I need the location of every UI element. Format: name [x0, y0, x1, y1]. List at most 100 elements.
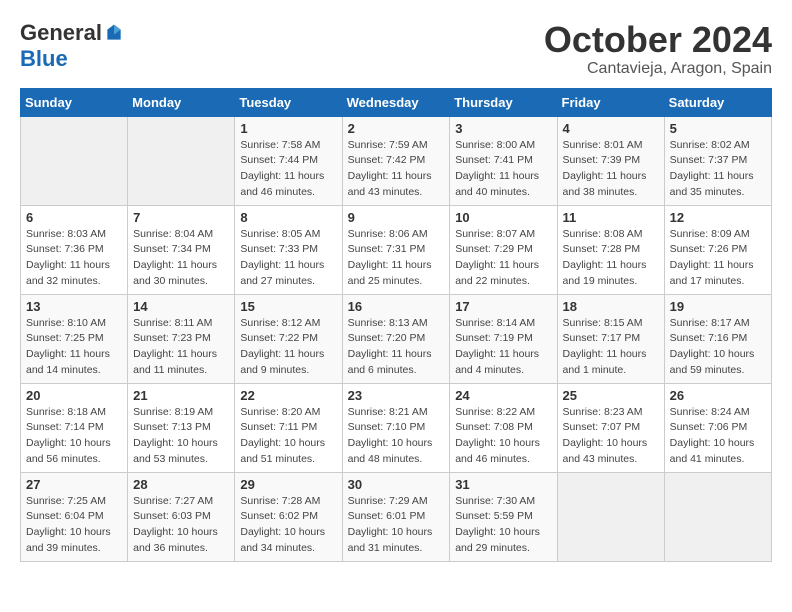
- day-detail: Sunrise: 8:10 AM Sunset: 7:25 PM Dayligh…: [26, 316, 122, 379]
- day-detail: Sunrise: 8:03 AM Sunset: 7:36 PM Dayligh…: [26, 227, 122, 290]
- day-cell: 3 Sunrise: 8:00 AM Sunset: 7:41 PM Daylig…: [450, 116, 557, 205]
- day-cell: [664, 472, 771, 561]
- week-row-1: 1 Sunrise: 7:58 AM Sunset: 7:44 PM Daylig…: [21, 116, 772, 205]
- day-cell: 21Sunrise: 8:19 AM Sunset: 7:13 PM Dayli…: [128, 383, 235, 472]
- day-detail: Sunrise: 8:08 AM Sunset: 7:28 PM Dayligh…: [563, 227, 659, 290]
- day-number: 31: [455, 477, 551, 492]
- day-number: 5: [670, 121, 766, 136]
- column-header-thursday: Thursday: [450, 88, 557, 116]
- day-detail: Sunrise: 7:58 AM Sunset: 7:44 PM Dayligh…: [240, 138, 336, 201]
- day-cell: 15 Sunrise: 8:12 AM Sunset: 7:22 PM Dayli…: [235, 294, 342, 383]
- logo-blue-text: Blue: [20, 46, 68, 72]
- day-number: 30: [348, 477, 445, 492]
- day-cell: [557, 472, 664, 561]
- day-cell: 17Sunrise: 8:14 AM Sunset: 7:19 PM Dayli…: [450, 294, 557, 383]
- day-cell: 12 Sunrise: 8:09 AM Sunset: 7:26 PM Dayli…: [664, 205, 771, 294]
- calendar-table: SundayMondayTuesdayWednesdayThursdayFrid…: [20, 88, 772, 562]
- day-number: 1: [240, 121, 336, 136]
- day-number: 26: [670, 388, 766, 403]
- day-number: 28: [133, 477, 229, 492]
- day-detail: Sunrise: 8:11 AM Sunset: 7:23 PM Dayligh…: [133, 316, 229, 379]
- day-detail: Sunrise: 8:01 AM Sunset: 7:39 PM Dayligh…: [563, 138, 659, 201]
- day-detail: Sunrise: 8:09 AM Sunset: 7:26 PM Dayligh…: [670, 227, 766, 290]
- day-cell: 5 Sunrise: 8:02 AM Sunset: 7:37 PM Daylig…: [664, 116, 771, 205]
- day-cell: 24 Sunrise: 8:22 AM Sunset: 7:08 PM Dayli…: [450, 383, 557, 472]
- day-number: 3: [455, 121, 551, 136]
- day-detail: Sunrise: 8:24 AM Sunset: 7:06 PM Dayligh…: [670, 405, 766, 468]
- day-number: 27: [26, 477, 122, 492]
- day-number: 15: [240, 299, 336, 314]
- day-cell: 1 Sunrise: 7:58 AM Sunset: 7:44 PM Daylig…: [235, 116, 342, 205]
- day-cell: 2Sunrise: 7:59 AM Sunset: 7:42 PM Daylig…: [342, 116, 450, 205]
- day-cell: [21, 116, 128, 205]
- day-cell: 4 Sunrise: 8:01 AM Sunset: 7:39 PM Daylig…: [557, 116, 664, 205]
- day-detail: Sunrise: 8:06 AM Sunset: 7:31 PM Dayligh…: [348, 227, 445, 290]
- day-number: 14: [133, 299, 229, 314]
- day-cell: 25 Sunrise: 8:23 AM Sunset: 7:07 PM Dayli…: [557, 383, 664, 472]
- day-number: 6: [26, 210, 122, 225]
- day-number: 25: [563, 388, 659, 403]
- column-header-monday: Monday: [128, 88, 235, 116]
- day-detail: Sunrise: 8:05 AM Sunset: 7:33 PM Dayligh…: [240, 227, 336, 290]
- day-detail: Sunrise: 8:22 AM Sunset: 7:08 PM Dayligh…: [455, 405, 551, 468]
- day-number: 9: [348, 210, 445, 225]
- day-number: 19: [670, 299, 766, 314]
- day-cell: 27 Sunrise: 7:25 AM Sunset: 6:04 PM Dayli…: [21, 472, 128, 561]
- day-detail: Sunrise: 8:23 AM Sunset: 7:07 PM Dayligh…: [563, 405, 659, 468]
- day-cell: 14 Sunrise: 8:11 AM Sunset: 7:23 PM Dayli…: [128, 294, 235, 383]
- day-number: 21: [133, 388, 229, 403]
- week-row-5: 27 Sunrise: 7:25 AM Sunset: 6:04 PM Dayli…: [21, 472, 772, 561]
- day-detail: Sunrise: 8:12 AM Sunset: 7:22 PM Dayligh…: [240, 316, 336, 379]
- day-detail: Sunrise: 8:04 AM Sunset: 7:34 PM Dayligh…: [133, 227, 229, 290]
- day-cell: 18 Sunrise: 8:15 AM Sunset: 7:17 PM Dayli…: [557, 294, 664, 383]
- day-cell: 13 Sunrise: 8:10 AM Sunset: 7:25 PM Dayli…: [21, 294, 128, 383]
- day-detail: Sunrise: 7:27 AM Sunset: 6:03 PM Dayligh…: [133, 494, 229, 557]
- day-number: 13: [26, 299, 122, 314]
- day-cell: 20 Sunrise: 8:18 AM Sunset: 7:14 PM Dayli…: [21, 383, 128, 472]
- day-number: 12: [670, 210, 766, 225]
- day-detail: Sunrise: 8:00 AM Sunset: 7:41 PM Dayligh…: [455, 138, 551, 201]
- day-cell: 11Sunrise: 8:08 AM Sunset: 7:28 PM Dayli…: [557, 205, 664, 294]
- day-cell: 9 Sunrise: 8:06 AM Sunset: 7:31 PM Daylig…: [342, 205, 450, 294]
- day-number: 16: [348, 299, 445, 314]
- day-cell: 7 Sunrise: 8:04 AM Sunset: 7:34 PM Daylig…: [128, 205, 235, 294]
- day-detail: Sunrise: 7:29 AM Sunset: 6:01 PM Dayligh…: [348, 494, 445, 557]
- day-detail: Sunrise: 7:30 AM Sunset: 5:59 PM Dayligh…: [455, 494, 551, 557]
- day-number: 18: [563, 299, 659, 314]
- day-number: 22: [240, 388, 336, 403]
- week-row-4: 20 Sunrise: 8:18 AM Sunset: 7:14 PM Dayli…: [21, 383, 772, 472]
- day-cell: 29Sunrise: 7:28 AM Sunset: 6:02 PM Dayli…: [235, 472, 342, 561]
- header-row: SundayMondayTuesdayWednesdayThursdayFrid…: [21, 88, 772, 116]
- day-number: 24: [455, 388, 551, 403]
- day-detail: Sunrise: 7:25 AM Sunset: 6:04 PM Dayligh…: [26, 494, 122, 557]
- day-cell: 8 Sunrise: 8:05 AM Sunset: 7:33 PM Daylig…: [235, 205, 342, 294]
- day-number: 8: [240, 210, 336, 225]
- column-header-saturday: Saturday: [664, 88, 771, 116]
- page-header: General Blue October 2024 Cantavieja, Ar…: [20, 20, 772, 78]
- day-cell: 22 Sunrise: 8:20 AM Sunset: 7:11 PM Dayli…: [235, 383, 342, 472]
- day-number: 23: [348, 388, 445, 403]
- day-cell: 10 Sunrise: 8:07 AM Sunset: 7:29 PM Dayli…: [450, 205, 557, 294]
- day-number: 4: [563, 121, 659, 136]
- day-detail: Sunrise: 8:07 AM Sunset: 7:29 PM Dayligh…: [455, 227, 551, 290]
- day-cell: [128, 116, 235, 205]
- day-cell: 16Sunrise: 8:13 AM Sunset: 7:20 PM Dayli…: [342, 294, 450, 383]
- day-number: 17: [455, 299, 551, 314]
- day-detail: Sunrise: 8:02 AM Sunset: 7:37 PM Dayligh…: [670, 138, 766, 201]
- day-number: 10: [455, 210, 551, 225]
- logo-icon: [104, 23, 124, 43]
- column-header-wednesday: Wednesday: [342, 88, 450, 116]
- day-number: 20: [26, 388, 122, 403]
- day-cell: 6 Sunrise: 8:03 AM Sunset: 7:36 PM Daylig…: [21, 205, 128, 294]
- location-subtitle: Cantavieja, Aragon, Spain: [544, 60, 772, 78]
- logo: General Blue: [20, 20, 124, 72]
- day-detail: Sunrise: 8:15 AM Sunset: 7:17 PM Dayligh…: [563, 316, 659, 379]
- day-detail: Sunrise: 8:17 AM Sunset: 7:16 PM Dayligh…: [670, 316, 766, 379]
- day-detail: Sunrise: 8:18 AM Sunset: 7:14 PM Dayligh…: [26, 405, 122, 468]
- day-detail: Sunrise: 8:21 AM Sunset: 7:10 PM Dayligh…: [348, 405, 445, 468]
- day-detail: Sunrise: 8:20 AM Sunset: 7:11 PM Dayligh…: [240, 405, 336, 468]
- day-number: 2: [348, 121, 445, 136]
- title-area: October 2024 Cantavieja, Aragon, Spain: [544, 20, 772, 78]
- column-header-sunday: Sunday: [21, 88, 128, 116]
- day-number: 7: [133, 210, 229, 225]
